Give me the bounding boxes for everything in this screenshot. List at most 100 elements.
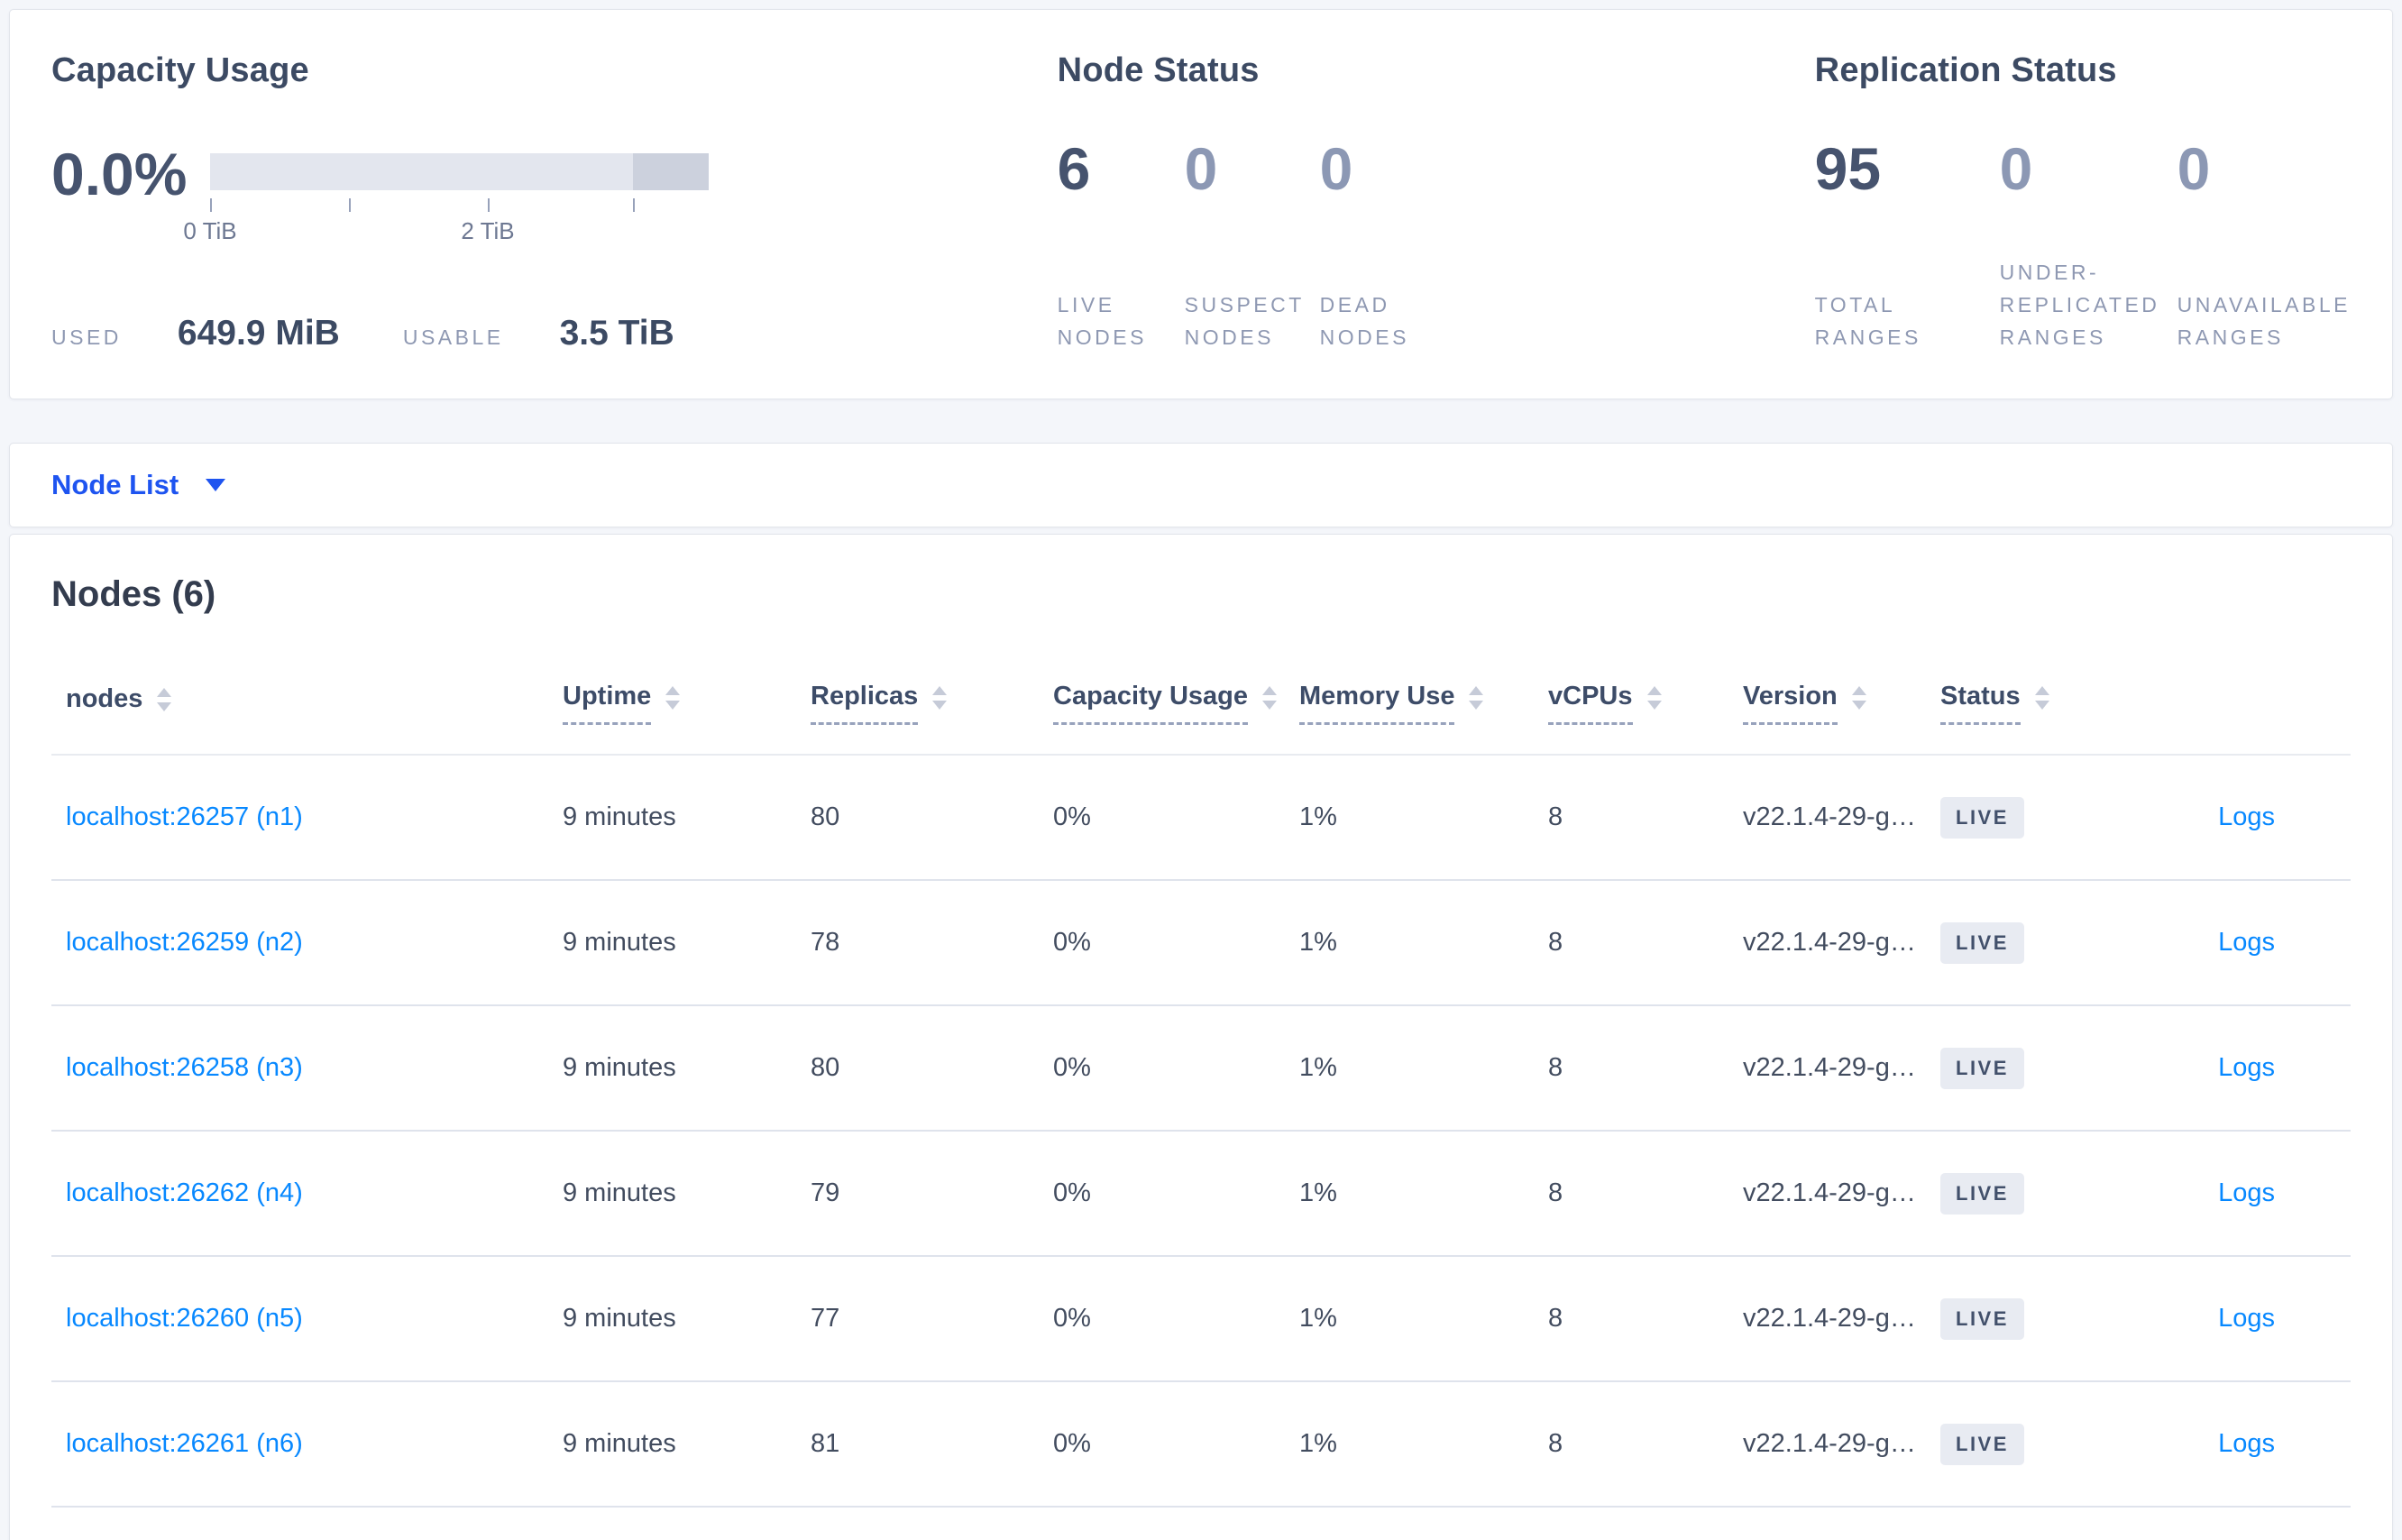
cluster-summary-card: Capacity Usage 0.0% 0 TiB 2 TiB USED 649… xyxy=(9,9,2393,399)
suspect-nodes-value: 0 xyxy=(1184,135,1218,202)
node-status-stats: 6 LIVE NODES 0 SUSPECT NODES 0 DEAD NODE… xyxy=(1058,139,1815,353)
column-header-version[interactable]: Version xyxy=(1743,637,1940,756)
table-row: localhost:26259 (n2) 9 minutes 78 0% 1% … xyxy=(51,880,2351,1006)
node-link[interactable]: localhost:26262 (n4) xyxy=(66,1178,303,1207)
replicas-cell: 81 xyxy=(811,1381,1053,1508)
node-link[interactable]: localhost:26259 (n2) xyxy=(66,928,303,957)
column-header-memory-use[interactable]: Memory Use xyxy=(1299,637,1548,756)
table-row: localhost:26257 (n1) 9 minutes 80 0% 1% … xyxy=(51,755,2351,881)
capacity-usage-chart-row: 0.0% 0 TiB 2 TiB xyxy=(51,144,1058,246)
node-link[interactable]: localhost:26261 (n6) xyxy=(66,1429,303,1458)
capacity-cell: 0% xyxy=(1053,1005,1299,1132)
status-badge: LIVE xyxy=(1940,1047,2024,1089)
memory-cell: 1% xyxy=(1299,1131,1548,1257)
logs-cell: Logs xyxy=(2166,1005,2351,1132)
logs-cell: Logs xyxy=(2166,755,2351,881)
memory-cell: 1% xyxy=(1299,1005,1548,1132)
node-link[interactable]: localhost:26258 (n3) xyxy=(66,1053,303,1082)
logs-link[interactable]: Logs xyxy=(2218,802,2275,831)
node-link[interactable]: localhost:26260 (n5) xyxy=(66,1304,303,1333)
usable-value: 3.5 TiB xyxy=(559,314,674,353)
status-cell: LIVE xyxy=(1940,1256,2166,1382)
logs-link[interactable]: Logs xyxy=(2218,1304,2275,1333)
column-header-replicas[interactable]: Replicas xyxy=(811,637,1053,756)
version-cell: v22.1.4-29-g… xyxy=(1743,880,1940,1006)
total-ranges-label: TOTAL RANGES xyxy=(1814,293,1921,349)
status-badge: LIVE xyxy=(1940,1423,2024,1465)
axis-tick xyxy=(349,198,352,212)
capacity-axis: 0 TiB 2 TiB xyxy=(183,190,709,246)
node-status-title: Node Status xyxy=(1057,51,1260,89)
used-label: USED xyxy=(51,325,122,349)
axis-tick-label-2: 2 TiB xyxy=(461,217,515,244)
status-badge: LIVE xyxy=(1940,921,2024,964)
node-list-dropdown[interactable]: Node List xyxy=(51,469,226,501)
vcpus-cell: 8 xyxy=(1548,755,1743,881)
status-cell: LIVE xyxy=(1940,880,2166,1006)
dead-nodes-value: 0 xyxy=(1319,135,1353,202)
used-value: 649.9 MiB xyxy=(177,314,340,353)
replication-status-stats: 95 TOTAL RANGES 0 UNDER- REPLICATED RANG… xyxy=(1815,139,2351,353)
node-cell: localhost:26258 (n3) xyxy=(51,1005,563,1132)
version-cell: v22.1.4-29-g… xyxy=(1743,1131,1940,1257)
memory-cell: 1% xyxy=(1299,1381,1548,1508)
chevron-down-icon xyxy=(206,479,226,491)
live-nodes-stat: 6 LIVE NODES xyxy=(1058,139,1185,353)
status-badge: LIVE xyxy=(1940,1172,2024,1215)
axis-tick xyxy=(632,198,635,212)
axis-tick xyxy=(488,198,490,212)
sort-icon xyxy=(665,686,681,710)
uptime-cell: 9 minutes xyxy=(563,1005,811,1132)
node-cell: localhost:26262 (n4) xyxy=(51,1131,563,1257)
nodes-table: nodes Uptime Replicas Capacity Usage Mem… xyxy=(51,637,2351,1508)
dead-nodes-stat: 0 DEAD NODES xyxy=(1320,139,1815,353)
under-replicated-ranges-value: 0 xyxy=(1999,135,2033,202)
node-cell: localhost:26259 (n2) xyxy=(51,880,563,1006)
vcpus-cell: 8 xyxy=(1548,1256,1743,1382)
replicas-cell: 78 xyxy=(811,880,1053,1006)
logs-link[interactable]: Logs xyxy=(2218,1429,2275,1458)
column-header-status[interactable]: Status xyxy=(1940,637,2166,756)
uptime-cell: 9 minutes xyxy=(563,880,811,1006)
sort-icon xyxy=(932,686,948,710)
capacity-cell: 0% xyxy=(1053,1381,1299,1508)
logs-link[interactable]: Logs xyxy=(2218,928,2275,957)
overview-page: Capacity Usage 0.0% 0 TiB 2 TiB USED 649… xyxy=(0,0,2402,1540)
uptime-cell: 9 minutes xyxy=(563,1381,811,1508)
uptime-cell: 9 minutes xyxy=(563,755,811,881)
sort-icon xyxy=(157,687,172,711)
capacity-cell: 0% xyxy=(1053,1256,1299,1382)
node-status-section: Node Status 6 LIVE NODES 0 SUSPECT NODES… xyxy=(1058,51,1815,353)
column-header-nodes[interactable]: nodes xyxy=(51,637,563,756)
node-link[interactable]: localhost:26257 (n1) xyxy=(66,802,303,831)
column-header-logs xyxy=(2166,637,2351,756)
replicas-cell: 77 xyxy=(811,1256,1053,1382)
column-header-vcpus[interactable]: vCPUs xyxy=(1548,637,1743,756)
node-cell: localhost:26261 (n6) xyxy=(51,1381,563,1508)
unavailable-ranges-stat: 0 UNAVAILABLE RANGES xyxy=(2177,139,2351,353)
status-badge: LIVE xyxy=(1940,1297,2024,1340)
capacity-bar-chart: 0 TiB 2 TiB xyxy=(183,144,709,246)
usable-label: USABLE xyxy=(402,325,504,349)
sort-icon xyxy=(2034,686,2049,710)
unavailable-ranges-label: UNAVAILABLE RANGES xyxy=(2177,293,2351,349)
column-header-capacity-usage[interactable]: Capacity Usage xyxy=(1053,637,1299,756)
vcpus-cell: 8 xyxy=(1548,1131,1743,1257)
replicas-cell: 79 xyxy=(811,1131,1053,1257)
live-nodes-label: LIVE NODES xyxy=(1057,293,1147,349)
uptime-cell: 9 minutes xyxy=(563,1131,811,1257)
replicas-cell: 80 xyxy=(811,755,1053,881)
dead-nodes-label: DEAD NODES xyxy=(1319,293,1409,349)
capacity-cell: 0% xyxy=(1053,755,1299,881)
node-cell: localhost:26257 (n1) xyxy=(51,755,563,881)
vcpus-cell: 8 xyxy=(1548,880,1743,1006)
logs-link[interactable]: Logs xyxy=(2218,1053,2275,1082)
status-cell: LIVE xyxy=(1940,1381,2166,1508)
memory-cell: 1% xyxy=(1299,1256,1548,1382)
column-header-uptime[interactable]: Uptime xyxy=(563,637,811,756)
status-cell: LIVE xyxy=(1940,755,2166,881)
uptime-cell: 9 minutes xyxy=(563,1256,811,1382)
logs-link[interactable]: Logs xyxy=(2218,1178,2275,1207)
sort-icon xyxy=(1469,686,1484,710)
logs-cell: Logs xyxy=(2166,1256,2351,1382)
